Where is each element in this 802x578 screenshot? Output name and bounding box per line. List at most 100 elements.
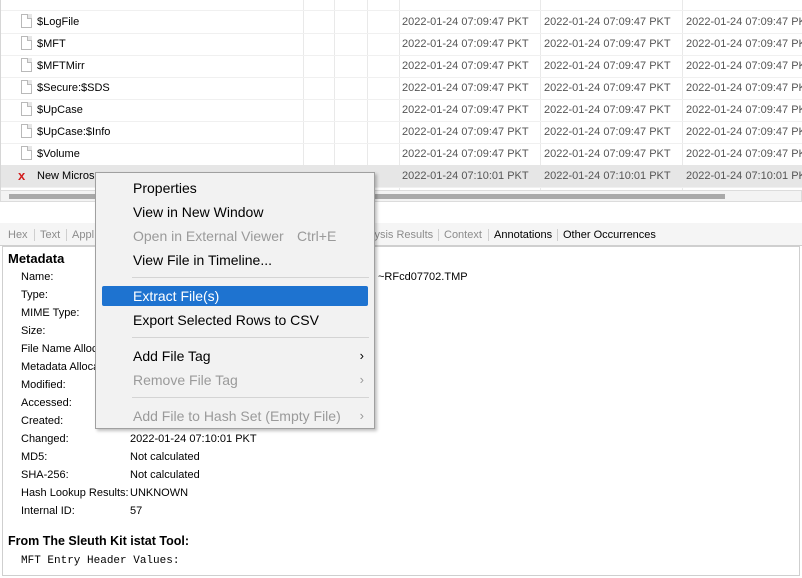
file-name: $MFT	[37, 38, 66, 50]
menu-item-label: Open in External Viewer	[133, 228, 284, 244]
field-value: Not calculated	[130, 451, 200, 463]
date-cell: 2022-01-24 07:10:01 PKT	[544, 170, 671, 182]
menu-item-view-in-new-window[interactable]: View in New Window	[102, 202, 368, 222]
menu-separator	[132, 397, 369, 398]
tab-divider	[66, 229, 67, 241]
menu-item-shortcut: Ctrl+E	[297, 228, 337, 244]
field-label: Accessed:	[21, 397, 72, 409]
date-cell: 2022-01-24 07:09:47 PKT	[402, 38, 529, 50]
file-icon	[21, 58, 32, 72]
field-label: SHA-256:	[21, 469, 69, 481]
field-label: File Name Alloca	[21, 343, 104, 355]
date-cell: 2022-01-24 07:09:47 PKT	[544, 126, 671, 138]
date-cell: 2022-01-24 07:10:01 PKT	[402, 170, 529, 182]
menu-item-label: Extract File(s)	[133, 288, 220, 304]
table-row[interactable]: $UpCase:$Info 2022-01-24 07:09:47 PKT 20…	[1, 121, 802, 144]
table-row[interactable]: $Secure:$SDS 2022-01-24 07:09:47 PKT 202…	[1, 77, 802, 100]
date-cell: 2022-01-24 07:09:47 PK	[686, 126, 802, 138]
table-row[interactable]: $Volume 2022-01-24 07:09:47 PKT 2022-01-…	[1, 143, 802, 166]
menu-item-export-csv[interactable]: Export Selected Rows to CSV	[102, 310, 368, 330]
menu-item-label: Add File Tag	[133, 348, 211, 364]
tab-divider	[34, 229, 35, 241]
istat-output-line: MFT Entry Header Values:	[21, 555, 180, 567]
date-cell: 2022-01-24 07:09:47 PKT	[544, 16, 671, 28]
date-cell: 2022-01-24 07:09:47 PK	[686, 82, 802, 94]
submenu-arrow-icon: ›	[359, 408, 364, 423]
file-icon	[21, 14, 32, 28]
table-row[interactable]: $UpCase 2022-01-24 07:09:47 PKT 2022-01-…	[1, 99, 802, 122]
tab-application[interactable]: Appl	[68, 226, 98, 244]
menu-item-add-to-hash-set: Add File to Hash Set (Empty File) ›	[102, 406, 368, 426]
date-cell: 2022-01-24 07:09:47 PK	[686, 16, 802, 28]
file-icon	[21, 146, 32, 160]
menu-item-label: Remove File Tag	[133, 372, 238, 388]
date-cell: 2022-01-24 07:10:01 PK	[686, 170, 802, 182]
tab-text[interactable]: Text	[36, 226, 64, 244]
date-cell: 2022-01-24 07:09:47 PKT	[402, 126, 529, 138]
istat-heading: From The Sleuth Kit istat Tool:	[8, 534, 190, 548]
submenu-arrow-icon: ›	[359, 348, 364, 363]
file-icon	[21, 80, 32, 94]
menu-separator	[132, 337, 369, 338]
menu-item-properties[interactable]: Properties	[102, 178, 368, 198]
file-icon	[21, 124, 32, 138]
field-label: Changed:	[21, 433, 69, 445]
field-label: MD5:	[21, 451, 48, 463]
field-value: Not calculated	[130, 469, 200, 481]
menu-item-label: Add File to Hash Set (Empty File)	[133, 408, 341, 424]
date-cell: 2022-01-24 07:09:47 PKT	[544, 148, 671, 160]
file-name: $Secure:$SDS	[37, 82, 110, 94]
menu-item-view-in-timeline[interactable]: View File in Timeline...	[102, 250, 368, 270]
field-label: Metadata Alloca	[21, 361, 100, 373]
metadata-heading: Metadata	[8, 251, 65, 266]
date-cell: 2022-01-24 07:09:47 PKT	[402, 16, 529, 28]
file-name: $UpCase:$Info	[37, 126, 111, 138]
field-label: Size:	[21, 325, 46, 337]
file-name: $Volume	[37, 148, 80, 160]
date-cell: 2022-01-24 07:09:47 PKT	[544, 38, 671, 50]
field-label: Created:	[21, 415, 64, 427]
date-cell: 2022-01-24 07:09:47 PKT	[544, 104, 671, 116]
menu-item-extract-files[interactable]: Extract File(s)	[102, 286, 368, 306]
field-label: Name:	[21, 271, 54, 283]
file-name: $UpCase	[37, 104, 83, 116]
file-table[interactable]: $LogFile 2022-01-24 07:09:47 PKT 2022-01…	[0, 0, 802, 190]
date-cell: 2022-01-24 07:09:47 PK	[686, 38, 802, 50]
submenu-arrow-icon: ›	[359, 372, 364, 387]
date-cell: 2022-01-24 07:09:47 PK	[686, 60, 802, 72]
tab-other-occurrences[interactable]: Other Occurrences	[559, 226, 660, 244]
field-label: Internal ID:	[21, 505, 75, 517]
date-cell: 2022-01-24 07:09:47 PKT	[402, 104, 529, 116]
date-cell: 2022-01-24 07:09:47 PKT	[402, 82, 529, 94]
menu-item-label: Properties	[133, 180, 197, 196]
field-value: 57	[130, 505, 143, 517]
date-cell: 2022-01-24 07:09:47 PK	[686, 104, 802, 116]
context-menu: Properties View in New Window Open in Ex…	[95, 172, 375, 429]
menu-item-add-file-tag[interactable]: Add File Tag ›	[102, 346, 368, 366]
field-label: MIME Type:	[21, 307, 80, 319]
menu-separator	[132, 277, 369, 278]
tab-hex[interactable]: Hex	[4, 226, 32, 244]
menu-item-remove-file-tag: Remove File Tag ›	[102, 370, 368, 390]
file-icon	[21, 36, 32, 50]
date-cell: 2022-01-24 07:09:47 PKT	[544, 82, 671, 94]
tab-divider	[488, 229, 489, 241]
field-label: Modified:	[21, 379, 66, 391]
table-row[interactable]: $MFTMirr 2022-01-24 07:09:47 PKT 2022-01…	[1, 55, 802, 78]
tab-divider	[557, 229, 558, 241]
date-cell: 2022-01-24 07:09:47 PKT	[402, 148, 529, 160]
table-row-partial[interactable]	[1, 0, 802, 11]
field-value: 2022-01-24 07:10:01 PKT	[130, 433, 257, 445]
tab-annotations[interactable]: Annotations	[490, 226, 556, 244]
menu-item-label: View in New Window	[133, 204, 264, 220]
tab-analysis-results[interactable]: lysis Results	[368, 226, 437, 244]
menu-item-label: View File in Timeline...	[133, 252, 273, 268]
table-row[interactable]: $LogFile 2022-01-24 07:09:47 PKT 2022-01…	[1, 11, 802, 34]
table-row[interactable]: $MFT 2022-01-24 07:09:47 PKT 2022-01-24 …	[1, 33, 802, 56]
date-cell: 2022-01-24 07:09:47 PK	[686, 148, 802, 160]
tab-context[interactable]: Context	[440, 226, 486, 244]
file-icon	[21, 102, 32, 116]
tab-divider	[438, 229, 439, 241]
field-label: Hash Lookup Results:	[21, 487, 129, 499]
field-label: Type:	[21, 289, 48, 301]
